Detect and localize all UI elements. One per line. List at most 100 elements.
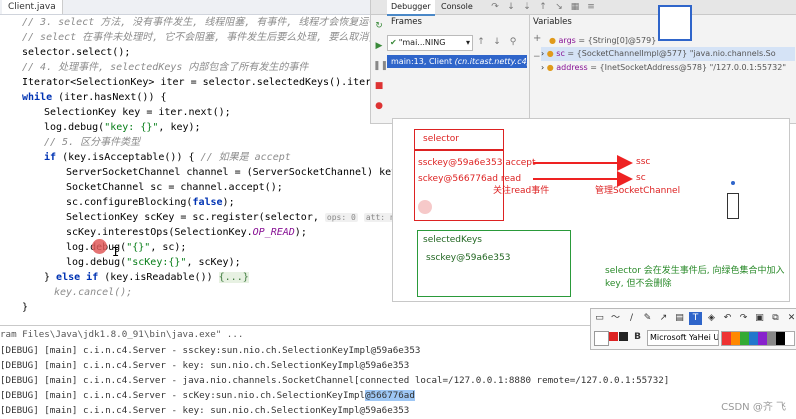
code-line-log-sc: log.debug("{}", sc); — [66, 242, 187, 253]
code-line-iterator: Iterator<SelectionKey> iter = selector.s… — [22, 77, 396, 88]
save-icon[interactable]: ▣ — [753, 312, 766, 325]
color-black-swatch[interactable] — [619, 332, 628, 341]
frame-down-icon[interactable]: ↓ — [491, 36, 503, 48]
highlighter-tool-icon[interactable]: ▤ — [673, 312, 686, 325]
bold-icon[interactable]: B — [631, 331, 644, 344]
debugger-panel: Debugger Console ↷ ↓ ⇣ ↑ ↘ ▦ ≡ ↻ ▶ ❚❚ ■ … — [370, 0, 796, 124]
code-line-close-brace: } — [22, 302, 29, 313]
arrow-tool-icon[interactable]: ↗ — [657, 312, 670, 325]
sc-label: sc — [636, 173, 646, 183]
handle-dot[interactable] — [731, 181, 735, 185]
add-watch-icon[interactable]: + — [533, 33, 541, 44]
evaluate-icon[interactable]: ▦ — [569, 1, 581, 13]
filter-icon[interactable]: ⚲ — [507, 36, 519, 48]
code-line-configure: sc.configureBlocking(false); — [66, 197, 235, 208]
eraser-tool-icon[interactable]: ◈ — [705, 312, 718, 325]
code-line-interest-ops: scKey.interestOps(SelectionKey.OP_READ); — [66, 227, 307, 238]
color-swatch — [658, 5, 692, 41]
thread-select[interactable]: ✔ "mai...NING ▾ — [387, 35, 473, 51]
debugger-toolbar — [371, 0, 796, 15]
panel-divider — [529, 14, 530, 123]
step-into-icon[interactable]: ↓ — [505, 1, 517, 13]
step-out-icon[interactable]: ↑ — [537, 1, 549, 13]
code-line-accept: SocketChannel sc = channel.accept(); — [66, 182, 283, 193]
selectedkeys-item: ssckey@59a6e353 — [426, 253, 511, 263]
font-select[interactable]: Microsoft YaHei U▾ — [647, 330, 719, 346]
force-step-icon[interactable]: ⇣ — [521, 1, 533, 13]
console-line: ram Files\Java\jdk1.8.0_91\bin\java.exe"… — [0, 329, 244, 340]
code-line-cancel: key.cancel(); — [54, 287, 133, 298]
field-icon: ● — [546, 63, 554, 72]
watermark: CSDN @齐 飞 — [721, 402, 786, 413]
variable-sc[interactable]: › ● sc = {SocketChannelImpl@577} "java.n… — [541, 47, 795, 61]
selector-explanation: selector 会在发生事件后, 向绿色集合中加入key, 但不会删除 — [605, 266, 785, 289]
resume-icon[interactable]: ▶ — [373, 40, 385, 52]
console-line: [DEBUG] [main] c.i.n.c4.Server - key: su… — [0, 360, 410, 371]
console-line: [DEBUG] [main] c.i.n.c4.Server - ssckey:… — [0, 345, 421, 356]
code-line-log-key: log.debug("key: {}", key); — [44, 122, 201, 133]
check-icon: ✔ — [390, 38, 397, 47]
breakpoint-icon[interactable] — [92, 239, 107, 254]
color-preview[interactable] — [594, 331, 609, 346]
text-cursor-icon: I — [112, 245, 120, 259]
copy-icon[interactable]: ⧉ — [769, 312, 782, 325]
tab-client-java[interactable]: Client.java — [2, 0, 63, 14]
parameter-icon: ● — [549, 36, 556, 45]
console-line: [DEBUG] [main] c.i.n.c4.Server - java.ni… — [0, 375, 670, 386]
code-line-comment-3: // 3. select 方法, 没有事件发生, 线程阻塞, 有事件, 线程才会… — [22, 17, 379, 28]
code-line-comment-select: // select 在事件未处理时, 它不会阻塞, 事件发生后要么处理, 要么取… — [22, 32, 391, 43]
color-palette[interactable] — [721, 331, 795, 346]
code-line-if-acceptable: if (key.isAcceptable()) { // 如果是 accept — [44, 152, 291, 163]
step-over-icon[interactable]: ↷ — [489, 1, 501, 13]
expand-arrow-icon[interactable]: › — [541, 49, 544, 58]
freehand-tool-icon[interactable]: 〜 — [609, 312, 622, 325]
text-box-handle[interactable] — [727, 193, 739, 219]
annotation-diagram: selector ssckey@59a6e353 accept sckey@56… — [392, 118, 790, 302]
pause-icon[interactable]: ❚❚ — [373, 60, 388, 72]
code-line-select: selector.select(); — [22, 47, 131, 58]
code-line-log-sckey: log.debug("scKey:{}", scKey); — [66, 257, 241, 268]
code-fold-region[interactable]: {...} — [218, 272, 249, 283]
field-icon: ● — [546, 49, 554, 58]
selectedkeys-label: selectedKeys — [423, 235, 482, 245]
selected-text: @566776ad — [365, 390, 415, 401]
stop-icon[interactable]: ■ — [373, 80, 385, 92]
drawing-toolbar: ▭ 〜 ∕ ✎ ↗ ▤ T ◈ ↶ ↷ ▣ ⧉ ✕ B Microsoft Ya… — [590, 308, 796, 350]
rectangle-tool-icon[interactable]: ▭ — [593, 312, 606, 325]
text-tool-icon[interactable]: T — [689, 312, 702, 325]
param-hint-ops: ops: 0 — [324, 213, 358, 222]
console-line: [DEBUG] [main] c.i.n.c4.Server - scKey:s… — [0, 390, 415, 401]
undo-icon[interactable]: ↶ — [721, 312, 734, 325]
run-to-cursor-icon[interactable]: ↘ — [553, 1, 565, 13]
console-line: [DEBUG] [main] c.i.n.c4.Server - key: su… — [0, 405, 410, 416]
expand-arrow-icon[interactable]: › — [541, 63, 544, 72]
chevron-down-icon: ▾ — [465, 38, 470, 47]
rerun-icon[interactable]: ↻ — [373, 20, 385, 32]
editor-tab-bar: Client.java — [0, 0, 370, 15]
selectedkeys-box: selectedKeys ssckey@59a6e353 — [417, 230, 571, 297]
code-line-comment-5: // 5. 区分事件类型 — [44, 137, 141, 148]
ssc-label: ssc — [636, 157, 651, 167]
variables-title: Variables — [533, 17, 572, 27]
remove-watch-icon[interactable]: − — [533, 52, 541, 62]
tab-debugger[interactable]: Debugger — [387, 0, 435, 16]
code-line-key-next: SelectionKey key = iter.next(); — [44, 107, 231, 118]
redo-icon[interactable]: ↷ — [737, 312, 750, 325]
code-line-else-if: } else if (key.isReadable()) {...} — [44, 272, 249, 283]
pen-tool-icon[interactable]: ✎ — [641, 312, 654, 325]
variable-address[interactable]: › ● address = {InetSocketAddress@578} "/… — [541, 61, 795, 74]
tab-console[interactable]: Console — [437, 0, 477, 14]
frames-title: Frames — [391, 17, 422, 27]
trace-icon[interactable]: ≡ — [585, 1, 597, 13]
close-icon[interactable]: ✕ — [785, 312, 796, 325]
code-line-register: SelectionKey scKey = sc.register(selecto… — [66, 212, 423, 223]
line-tool-icon[interactable]: ∕ — [625, 312, 638, 325]
code-line-comment-4: // 4. 处理事件, selectedKeys 内部包含了所有发生的事件 — [22, 62, 309, 73]
manage-socketchannel-label: 管理SocketChannel — [595, 186, 681, 196]
code-line-channel: ServerSocketChannel channel = (ServerSoc… — [66, 167, 434, 178]
view-breakpoints-icon[interactable]: ● — [373, 100, 385, 112]
chevron-down-icon: ▾ — [712, 345, 718, 346]
frame-item-main[interactable]: main:13, Client (cn.itcast.netty.c4) — [387, 55, 527, 68]
frame-up-icon[interactable]: ↑ — [475, 36, 487, 48]
color-red-swatch[interactable] — [609, 332, 618, 341]
